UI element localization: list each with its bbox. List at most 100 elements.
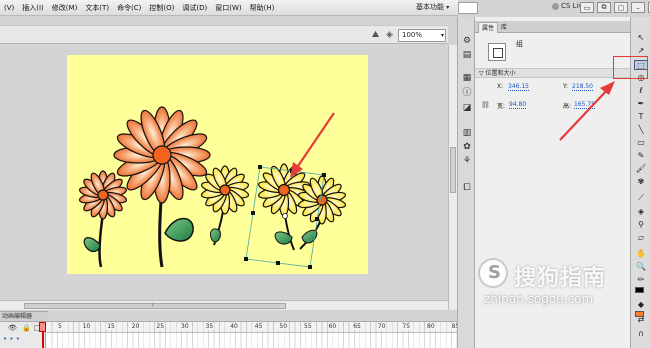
pen-tool-icon[interactable]: ✒ (634, 99, 648, 109)
library-dock-icon[interactable]: ▤ (461, 49, 473, 61)
position-size-section[interactable]: ▽ 位置和大小 (475, 68, 630, 78)
frame-number: 5 (57, 323, 63, 330)
section-title: 位置和大小 (485, 70, 516, 77)
y-label: Y: (563, 83, 568, 90)
frame-number: 60 (327, 323, 338, 330)
frame-number: 40 (229, 323, 239, 330)
frame-number: 70 (376, 323, 387, 330)
minimize-icon[interactable]: – (631, 2, 645, 13)
search-input[interactable] (458, 2, 478, 14)
instance-type-label: 组 (516, 40, 523, 48)
color-dock-icon[interactable]: ▥ (461, 127, 473, 139)
menu-item-debug[interactable]: 调试(D) (178, 3, 211, 13)
vertical-scrollbar[interactable] (448, 45, 457, 310)
width-label: 宽: (497, 103, 506, 110)
transform-dock-icon[interactable]: ◪ (461, 102, 473, 114)
frame-number: 15 (106, 323, 116, 330)
stage-area (0, 45, 448, 300)
chevron-down-icon: ▾ (440, 32, 444, 39)
frame-number: 45 (253, 323, 264, 330)
menu-item-control[interactable]: 控制(O) (145, 3, 178, 13)
edit-scene-icon[interactable]: ⛰ (370, 30, 381, 41)
bone-tool-icon[interactable]: ⟋ (634, 193, 648, 203)
frame-number: 80 (426, 323, 436, 330)
frame-number: 30 (180, 323, 190, 330)
panel-icon[interactable]: ▭ (580, 2, 594, 13)
window-controls: ▭ ⧉ ▢ – ✕ (580, 2, 650, 13)
tab-library[interactable]: 库 (498, 22, 510, 33)
lock-icon[interactable]: 🔒 (22, 324, 31, 332)
rectangle-tool-icon[interactable]: ▭ (634, 138, 648, 148)
height-value-field[interactable]: 165.75 (574, 101, 595, 109)
selection-tool-icon[interactable]: ↖ (634, 33, 648, 43)
frame-number: 75 (401, 323, 412, 330)
menu-item-commands[interactable]: 命令(C) (113, 3, 145, 13)
scroll-thumb[interactable] (450, 147, 456, 193)
small-orange-flower[interactable] (78, 170, 128, 268)
tab-properties[interactable]: 属性 (478, 22, 499, 33)
lasso-tool-icon[interactable]: ℓ (634, 86, 648, 96)
line-tool-icon[interactable]: ╲ (634, 125, 648, 135)
menu-bar: (V) 插入(I) 修改(M) 文本(T) 命令(C) 控制(O) 调试(D) … (0, 0, 458, 16)
selected-flower-group[interactable] (258, 163, 347, 251)
horizontal-scrollbar[interactable]: ⁞ (0, 300, 448, 310)
deco-tool-icon[interactable]: ✾ (634, 177, 648, 187)
annotation-arrow-stage (290, 112, 335, 178)
pencil-tool-icon[interactable]: ✎ (634, 151, 648, 161)
properties-dock-icon[interactable]: ⚙ (461, 35, 473, 47)
menu-item-help[interactable]: 帮助(H) (246, 3, 279, 13)
align-dock-icon[interactable]: ▦ (461, 72, 473, 84)
large-orange-flower[interactable] (113, 106, 211, 268)
edit-symbol-icon[interactable]: ◈ (384, 30, 395, 41)
width-value-field[interactable]: 94.80 (509, 101, 527, 109)
menu-item-view[interactable]: (V) (0, 4, 18, 12)
watermark-url: zhinan.sogou.com (484, 292, 594, 306)
yellow-flower-left[interactable] (200, 165, 250, 246)
paint-bucket-tool-icon[interactable]: ◈ (634, 207, 648, 217)
scroll-thumb[interactable] (24, 303, 286, 309)
link-dimensions-icon[interactable]: ⛓ (481, 101, 490, 109)
timeline-frames[interactable]: 5 10 15 20 25 30 35 40 45 50 55 60 65 70 75 80 85 (39, 322, 461, 348)
frame-number: 55 (303, 323, 313, 330)
window-icon[interactable]: ▢ (614, 2, 628, 13)
eyedropper-tool-icon[interactable]: ⚲ (634, 220, 648, 230)
flash-authoring-window: { "menu": { "items": ["(V)", "插入(I)", "修… (0, 0, 650, 348)
tool-highlight-annotation (613, 56, 648, 79)
snap-magnet-icon[interactable]: ∩ (634, 329, 648, 339)
workspace-switcher[interactable]: 基本功能 ▾ (416, 2, 449, 12)
frame-number: 35 (204, 323, 215, 330)
menu-item-modify[interactable]: 修改(M) (48, 3, 82, 13)
eye-icon[interactable]: 👁 (8, 324, 17, 332)
playhead-handle[interactable] (39, 322, 46, 332)
eraser-tool-icon[interactable]: ▱ (634, 233, 648, 243)
edit-bar: ⛰ ◈ 100% ▾ (0, 25, 448, 44)
menu-item-insert[interactable]: 插入(I) (18, 3, 48, 13)
components-dock-icon[interactable]: ⧠ (461, 182, 473, 194)
layer-frames-row[interactable] (47, 333, 457, 348)
grip-icon: ⁞ (152, 302, 154, 309)
zoom-select[interactable]: 100% ▾ (398, 29, 446, 42)
sogou-watermark: 搜狗指南 zhinan.sogou.com (474, 258, 650, 318)
frame-number: 65 (352, 323, 362, 330)
menu-item-text[interactable]: 文本(T) (81, 3, 113, 13)
brush-tool-icon[interactable]: 🖌 (634, 164, 648, 174)
frame-number: 20 (130, 323, 141, 330)
motion-presets-icon[interactable]: ⚘ (461, 155, 473, 167)
info-icon[interactable]: ⓘ (461, 87, 473, 99)
subselection-tool-icon[interactable]: ↗ (634, 46, 648, 56)
menu-item-window[interactable]: 窗口(W) (211, 3, 245, 13)
y-value-field[interactable]: 218.50 (572, 83, 593, 91)
text-tool-icon[interactable]: T (634, 112, 648, 122)
cs-live-icon (552, 2, 559, 10)
frame-number: 25 (155, 323, 166, 330)
restore-panel-icon[interactable]: ⧉ (597, 2, 611, 13)
x-value-field[interactable]: 346.15 (508, 83, 529, 91)
sogou-logo-icon (478, 258, 508, 288)
collapsed-panel-dock: ⚙ ▤ ▦ ⓘ ◪ ▥ ✿ ⚘ ⧠ (457, 17, 475, 348)
zoom-value: 100% (402, 31, 423, 39)
watermark-title: 搜狗指南 (514, 266, 607, 291)
frame-ruler: 5 10 15 20 25 30 35 40 45 50 55 60 65 70 75 80 85 (47, 322, 461, 333)
tab-motion-editor[interactable]: 动画编辑器 (0, 311, 48, 321)
frame-number: 10 (81, 323, 92, 330)
swatches-dock-icon[interactable]: ✿ (461, 141, 473, 153)
